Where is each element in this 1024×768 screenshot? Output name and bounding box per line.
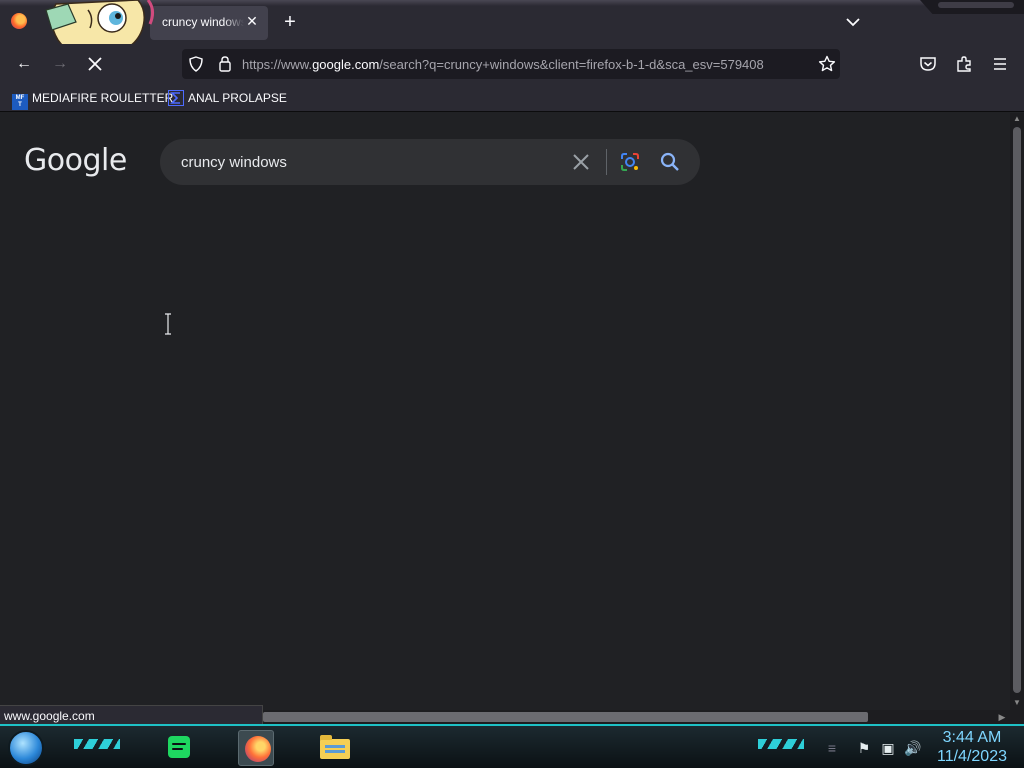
bookmark-anal-prolapse[interactable]: ANAL PROLAPSE xyxy=(168,89,287,107)
horizontal-scrollbar-thumb[interactable] xyxy=(263,712,868,722)
taskbar-file-explorer[interactable] xyxy=(316,730,352,766)
search-input[interactable]: cruncy windows xyxy=(181,154,287,171)
stop-loading-icon[interactable] xyxy=(85,54,105,74)
network-icon[interactable]: ▣ xyxy=(880,740,896,756)
bookmark-star-icon[interactable] xyxy=(818,55,836,73)
volume-icon[interactable]: 🔊 xyxy=(904,740,921,756)
bookmark-label: MEDIAFIRE ROULETTER xyxy=(32,91,174,105)
navigation-toolbar: ← → https://www.google.com/search?q=crun… xyxy=(0,44,1024,84)
clock-date: 11/4/2023 xyxy=(937,748,1007,765)
system-clock[interactable]: 3:44 AM 11/4/2023 xyxy=(934,728,1010,766)
clear-search-icon[interactable] xyxy=(570,151,592,173)
google-lens-icon[interactable] xyxy=(619,151,641,173)
tab-title: cruncy windows - Google Search xyxy=(162,15,244,29)
window-controls[interactable] xyxy=(920,0,1024,14)
bookmark-mediafire-rouletter[interactable]: MF T MEDIAFIRE ROULETTER xyxy=(12,89,174,110)
pocket-icon[interactable] xyxy=(919,55,937,73)
clock-time: 3:44 AM xyxy=(942,729,1002,746)
horizontal-scrollbar[interactable]: ▶ xyxy=(263,710,1024,724)
url-text[interactable]: https://www.google.com/search?q=cruncy+w… xyxy=(242,57,808,72)
taskbar-firefox[interactable] xyxy=(238,730,274,766)
action-center-flag-icon[interactable]: ⚑ xyxy=(856,740,872,756)
text-cursor-icon xyxy=(165,313,171,335)
firefox-icon xyxy=(245,736,271,762)
taskbar: ≡ ⚑ ▣ 🔊 3:44 AM 11/4/2023 xyxy=(0,724,1024,768)
url-domain: google.com xyxy=(312,57,380,72)
tracking-shield-icon[interactable] xyxy=(188,56,204,72)
mediafire-favicon-icon: MF T xyxy=(12,94,28,110)
start-orb-button[interactable] xyxy=(8,730,44,766)
link-status-bar: www.google.com xyxy=(0,705,263,725)
spotify-icon xyxy=(168,736,190,758)
tab-list-chevron-icon[interactable] xyxy=(843,12,863,32)
tab-close-icon[interactable]: ✕ xyxy=(244,13,260,29)
url-path: /search?q=cruncy+windows&client=firefox-… xyxy=(379,57,764,72)
extensions-puzzle-icon[interactable] xyxy=(955,55,973,73)
search-box[interactable]: cruncy windows xyxy=(160,139,700,185)
taskbar-decoration-right xyxy=(758,739,804,749)
firefox-view-icon[interactable] xyxy=(11,13,27,29)
sigma-favicon-icon xyxy=(168,90,184,106)
tab-bar: cruncy windows - Google Search ✕ + xyxy=(0,0,1024,58)
lock-icon[interactable] xyxy=(217,55,233,72)
url-prefix: https://www. xyxy=(242,57,313,72)
bookmarks-toolbar: MF T MEDIAFIRE ROULETTER ANAL PROLAPSE xyxy=(0,84,1024,112)
google-results-page: Google cruncy windows xyxy=(0,113,1010,710)
forward-arrow-icon[interactable]: → xyxy=(49,53,71,75)
taskbar-spotify[interactable] xyxy=(160,730,196,766)
vertical-scrollbar-thumb[interactable] xyxy=(1013,127,1021,693)
scroll-down-arrow-icon[interactable]: ▼ xyxy=(1013,699,1021,707)
scroll-right-arrow-icon[interactable]: ▶ xyxy=(997,712,1007,722)
google-logo[interactable]: Google xyxy=(24,143,127,178)
back-arrow-icon[interactable]: ← xyxy=(13,53,35,75)
address-bar[interactable]: https://www.google.com/search?q=cruncy+w… xyxy=(182,49,840,79)
show-hidden-icons-icon[interactable]: ≡ xyxy=(824,740,840,756)
search-box-divider xyxy=(606,149,607,175)
taskbar-decoration-left xyxy=(74,739,120,749)
folder-icon xyxy=(320,735,350,759)
vertical-scrollbar[interactable]: ▲ ▼ xyxy=(1010,113,1024,710)
search-magnifier-icon[interactable] xyxy=(659,151,681,173)
bookmark-label: ANAL PROLAPSE xyxy=(188,91,287,105)
scroll-up-arrow-icon[interactable]: ▲ xyxy=(1013,115,1021,123)
new-tab-plus-icon[interactable]: + xyxy=(280,12,300,32)
hamburger-menu-icon[interactable] xyxy=(991,55,1009,73)
